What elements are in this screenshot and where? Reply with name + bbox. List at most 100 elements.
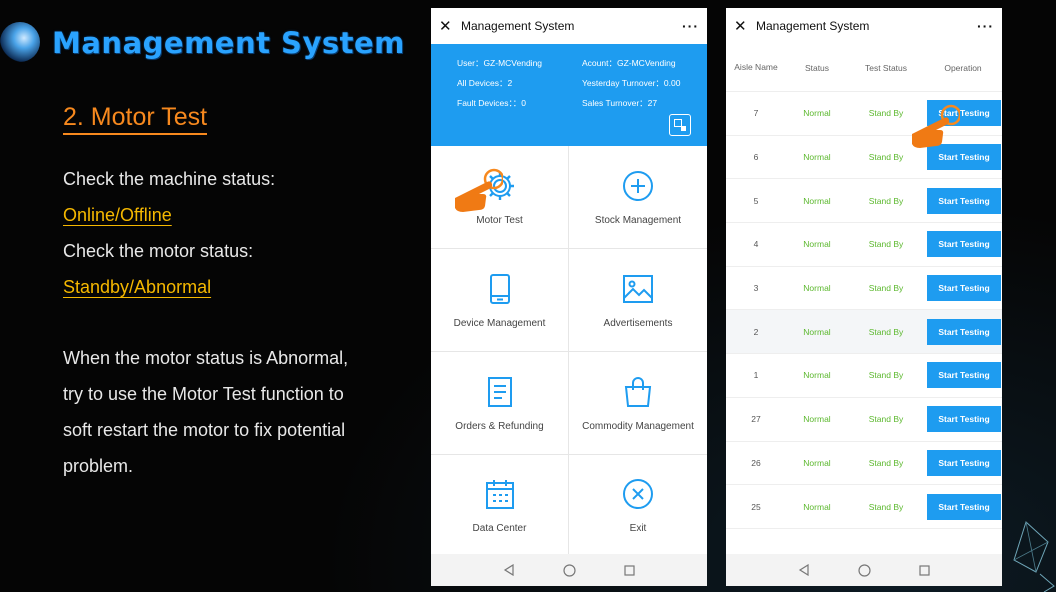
aisle-cell: 2 [753,326,759,337]
aisle-cell: 1 [753,370,759,381]
app-header: ✕ Management System ··· [431,8,707,44]
close-icon[interactable]: ✕ [734,17,748,35]
table-row: 6 Normal Stand By Start Testing [726,136,1002,180]
nav-home-icon[interactable] [563,563,576,577]
desc-online-offline: Online/Offline [63,205,172,225]
menu-data-center[interactable]: Data Center [431,455,569,556]
nav-home-icon[interactable] [858,563,871,577]
test-status-cell: Stand By [868,326,904,337]
android-nav-bar [431,554,707,586]
menu-label: Advertisements [603,317,673,329]
close-circle-icon [623,478,653,509]
pointing-hand-icon [455,168,503,212]
status-cell: Normal [803,239,831,250]
desc-para-line: problem. [63,456,134,476]
description-status: Check the machine status: Online/Offline… [63,161,413,305]
status-cell: Normal [803,283,831,294]
slide-title: Management System [52,26,405,60]
section-title: 2. Motor Test [63,103,208,135]
aisle-cell: 5 [753,195,759,206]
table-row: 25 Normal Stand By Start Testing [726,485,1002,529]
nav-back-icon[interactable] [798,564,810,576]
status-cell: Normal [803,457,831,468]
menu-orders-refunding[interactable]: Orders & Refunding [431,352,569,455]
test-status-cell: Stand By [868,457,904,468]
status-cell: Normal [803,108,831,119]
menu-label: Exit [629,522,647,534]
start-testing-button[interactable]: Start Testing [927,275,1001,302]
nav-recent-icon[interactable] [624,564,635,576]
info-account: Acount：GZ-MCVending [582,58,676,68]
plus-circle-icon [623,170,653,201]
menu-label: Device Management [453,317,546,329]
motor-table-body: 7 Normal Stand By Start Testing 6 Normal Stan… [726,92,1002,529]
start-testing-button[interactable]: Start Testing [927,406,1001,433]
desc-line-machine: Check the machine status: [63,169,276,189]
test-status-cell: Stand By [868,152,904,163]
phone-device-icon [489,273,510,304]
status-cell: Normal [803,501,831,512]
test-status-cell: Stand By [868,239,904,250]
header-status: Status [804,62,830,73]
phone-menu-screen: ✕ Management System ··· User：GZ-MCVendin… [431,8,707,586]
menu-label: Data Center [472,522,527,534]
description-restart: When the motor status is Abnormal, try t… [63,340,413,484]
status-cell: Normal [803,370,831,381]
menu-stock-management[interactable]: Stock Management [569,146,707,249]
info-yesterday-turnover: Yesterday Turnover：0.00 [582,78,681,88]
info-sales-turnover: Sales Turnover：27 [582,98,658,108]
info-all-devices: All Devices：2 [457,78,513,88]
aisle-cell: 7 [753,108,759,119]
nav-back-icon[interactable] [503,564,515,576]
image-icon [623,274,653,303]
start-testing-button[interactable]: Start Testing [927,318,1001,345]
table-row: 3 Normal Stand By Start Testing [726,267,1002,311]
more-menu-icon[interactable]: ··· [682,18,699,34]
calendar-icon [485,479,514,509]
header-test-status: Test Status [864,62,908,73]
table-row: 2 Normal Stand By Start Testing [726,310,1002,355]
test-status-cell: Stand By [868,501,904,512]
desc-standby-abnormal: Standby/Abnormal [63,277,212,297]
table-row: 27 Normal Stand By Start Testing [726,398,1002,442]
status-cell: Normal [803,414,831,425]
table-row: 5 Normal Stand By Start Testing [726,179,1002,224]
app-title: Management System [461,19,575,33]
start-testing-button[interactable]: Start Testing [927,362,1001,389]
status-cell: Normal [803,326,831,337]
android-nav-bar [726,554,1002,586]
desc-para-line: try to use the Motor Test function to [63,384,344,404]
aisle-cell: 26 [751,457,761,468]
app-title: Management System [756,19,870,33]
aisle-cell: 4 [753,239,759,250]
aisle-cell: 3 [753,283,759,294]
shopping-bag-icon [624,376,652,407]
desc-para-line: soft restart the motor to fix potential [63,420,346,440]
menu-device-management[interactable]: Device Management [431,249,569,352]
status-cell: Normal [803,195,831,206]
menu-label: Orders & Refunding [455,420,544,432]
table-row: 4 Normal Stand By Start Testing [726,223,1002,267]
table-row: 1 Normal Stand By Start Testing [726,354,1002,398]
more-menu-icon[interactable]: ··· [977,18,994,34]
start-testing-button[interactable]: Start Testing [927,449,1001,476]
info-fault-devices: Fault Devices：：0 [457,98,526,108]
start-testing-button[interactable]: Start Testing [927,231,1001,258]
menu-advertisements[interactable]: Advertisements [569,249,707,352]
qr-code-icon[interactable] [669,114,691,136]
nav-recent-icon[interactable] [919,564,930,576]
aisle-cell: 27 [751,414,761,425]
close-icon[interactable]: ✕ [439,17,453,35]
start-testing-button[interactable]: Start Testing [927,187,1001,214]
phone-motor-test-screen: ✕ Management System ··· Aisle Name Statu… [726,8,1002,586]
aisle-cell: 25 [751,501,761,512]
menu-exit[interactable]: Exit [569,455,707,556]
menu-label: Stock Management [594,214,682,226]
test-status-cell: Stand By [868,370,904,381]
menu-commodity-management[interactable]: Commodity Management [569,352,707,455]
document-icon [487,376,512,407]
table-row: 26 Normal Stand By Start Testing [726,442,1002,486]
test-status-cell: Stand By [868,195,904,206]
start-testing-button[interactable]: Start Testing [927,493,1001,520]
desc-line-motor: Check the motor status: [63,241,254,261]
